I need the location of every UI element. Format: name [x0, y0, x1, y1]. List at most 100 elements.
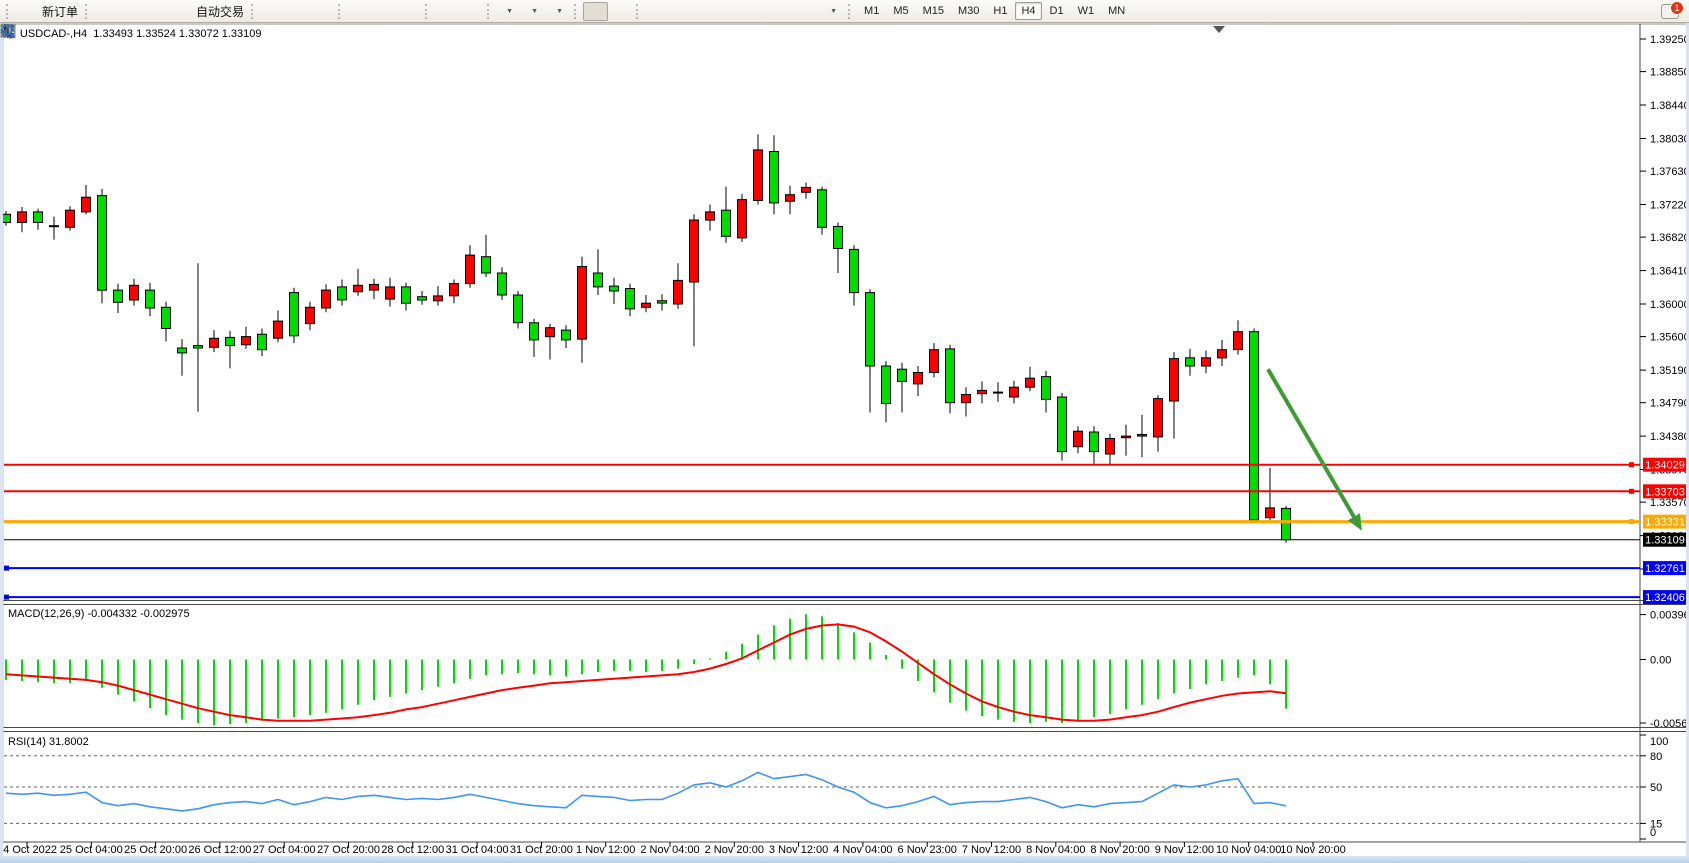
price-label-text: 1.33703 — [1645, 486, 1685, 498]
chevron-down-icon: ▼ — [506, 8, 513, 15]
date-label: 25 Oct 20:00 — [124, 844, 187, 856]
text-label-button[interactable]: T — [795, 2, 820, 21]
trendline-button[interactable] — [695, 2, 720, 21]
fibonacci-button[interactable]: F — [745, 2, 770, 21]
equidistant-channel-button[interactable]: E — [720, 2, 745, 21]
candle — [1170, 359, 1179, 401]
candle — [450, 284, 459, 296]
date-label: 28 Oct 12:00 — [381, 844, 444, 856]
date-label: 31 Oct 20:00 — [510, 844, 573, 856]
candle — [658, 301, 667, 303]
candle — [706, 212, 715, 220]
candle — [834, 227, 843, 249]
price-tick: 1.34380 — [1650, 431, 1689, 443]
candle — [274, 321, 283, 338]
tab-timeframe-w1[interactable]: W1 — [1072, 2, 1101, 20]
candle — [738, 200, 747, 238]
chart-canvas[interactable]: 1.392501.388501.384401.380301.376301.372… — [0, 23, 1689, 857]
tab-timeframe-m5[interactable]: M5 — [887, 2, 914, 20]
tab-timeframe-d1[interactable]: D1 — [1044, 2, 1070, 20]
date-label: 25 Oct 04:00 — [60, 844, 123, 856]
candle — [98, 196, 107, 291]
hline-handle[interactable] — [4, 566, 9, 571]
date-label: 2 Nov 20:00 — [705, 844, 764, 856]
candle — [258, 334, 267, 350]
candlestick-chart-button[interactable] — [285, 2, 310, 21]
new-order-button[interactable] — [15, 2, 40, 21]
candle — [1186, 358, 1195, 366]
price-label-text: 1.33331 — [1645, 517, 1685, 529]
zoom-out-button[interactable] — [372, 2, 397, 21]
tab-timeframe-m1[interactable]: M1 — [858, 2, 885, 20]
candle — [754, 150, 763, 201]
rsi-tick: 100 — [1650, 736, 1668, 748]
search-icon[interactable] — [0, 23, 17, 40]
price-label-text: 1.33109 — [1645, 535, 1685, 547]
candle — [482, 257, 491, 273]
candle — [1202, 358, 1211, 366]
candle — [1138, 435, 1147, 437]
tab-timeframe-h4[interactable]: H4 — [1015, 2, 1041, 20]
candle — [978, 390, 987, 393]
candle — [1218, 350, 1227, 358]
text-button[interactable]: A — [770, 2, 795, 21]
horizontal-line-button[interactable] — [670, 2, 695, 21]
candle — [898, 369, 907, 381]
bar-chart-button[interactable] — [260, 2, 285, 21]
candle — [34, 212, 43, 223]
price-tick: 1.35600 — [1650, 332, 1689, 344]
candle — [1058, 397, 1067, 452]
candle — [802, 187, 811, 192]
notifications-icon[interactable]: 1 — [1661, 4, 1679, 19]
macd-tick: 0.00 — [1650, 655, 1671, 667]
cursor-button[interactable] — [583, 2, 608, 21]
candle — [530, 323, 539, 340]
price-label-text: 1.32761 — [1645, 563, 1685, 575]
candle — [338, 287, 347, 300]
new-order-label[interactable]: 新订单 — [42, 3, 78, 20]
candle — [674, 280, 683, 304]
candle — [1026, 378, 1035, 387]
candle — [610, 286, 619, 291]
hline-handle[interactable] — [1629, 519, 1634, 524]
periods-button[interactable]: ▼ — [521, 2, 546, 21]
candle — [130, 285, 139, 300]
candle — [786, 195, 795, 202]
candle — [946, 349, 955, 403]
hline-handle[interactable] — [1629, 462, 1634, 467]
chart-shift-button[interactable] — [459, 2, 484, 21]
auto-scroll-button[interactable] — [434, 2, 459, 21]
toolbar-grip — [574, 4, 580, 19]
tab-timeframe-mn[interactable]: MN — [1102, 2, 1131, 20]
toolbar-grip — [338, 4, 344, 19]
candle — [114, 290, 123, 302]
hline-handle[interactable] — [4, 595, 9, 600]
candle — [594, 273, 603, 287]
candle — [82, 197, 91, 212]
candle — [1010, 387, 1019, 397]
line-chart-button[interactable] — [310, 2, 335, 21]
chevron-down-icon: ▼ — [556, 8, 563, 15]
notification-badge: 1 — [1670, 1, 1684, 15]
signals-button[interactable] — [144, 2, 169, 21]
price-tick: 1.38440 — [1650, 100, 1689, 112]
community-button[interactable] — [119, 2, 144, 21]
tile-windows-button[interactable] — [397, 2, 422, 21]
date-label: 27 Oct 20:00 — [317, 844, 380, 856]
vertical-line-button[interactable] — [645, 2, 670, 21]
crosshair-button[interactable] — [608, 2, 633, 21]
autotrade-button[interactable] — [169, 2, 194, 21]
indicators-button[interactable]: ▼ — [496, 2, 521, 21]
date-label: 9 Nov 12:00 — [1155, 844, 1214, 856]
tab-timeframe-m30[interactable]: M30 — [952, 2, 985, 20]
templates-button[interactable]: ▼ — [546, 2, 571, 21]
hline-handle[interactable] — [1629, 489, 1634, 494]
zoom-in-button[interactable] — [347, 2, 372, 21]
tab-timeframe-h1[interactable]: H1 — [987, 2, 1013, 20]
tab-timeframe-m15[interactable]: M15 — [917, 2, 950, 20]
macd-tick: 0.003961 — [1650, 610, 1689, 622]
crayon-button[interactable] — [94, 2, 119, 21]
arrows-button[interactable]: ▼ — [820, 2, 845, 21]
autotrade-label[interactable]: 自动交易 — [196, 3, 244, 20]
toolbar-grip — [848, 4, 854, 19]
